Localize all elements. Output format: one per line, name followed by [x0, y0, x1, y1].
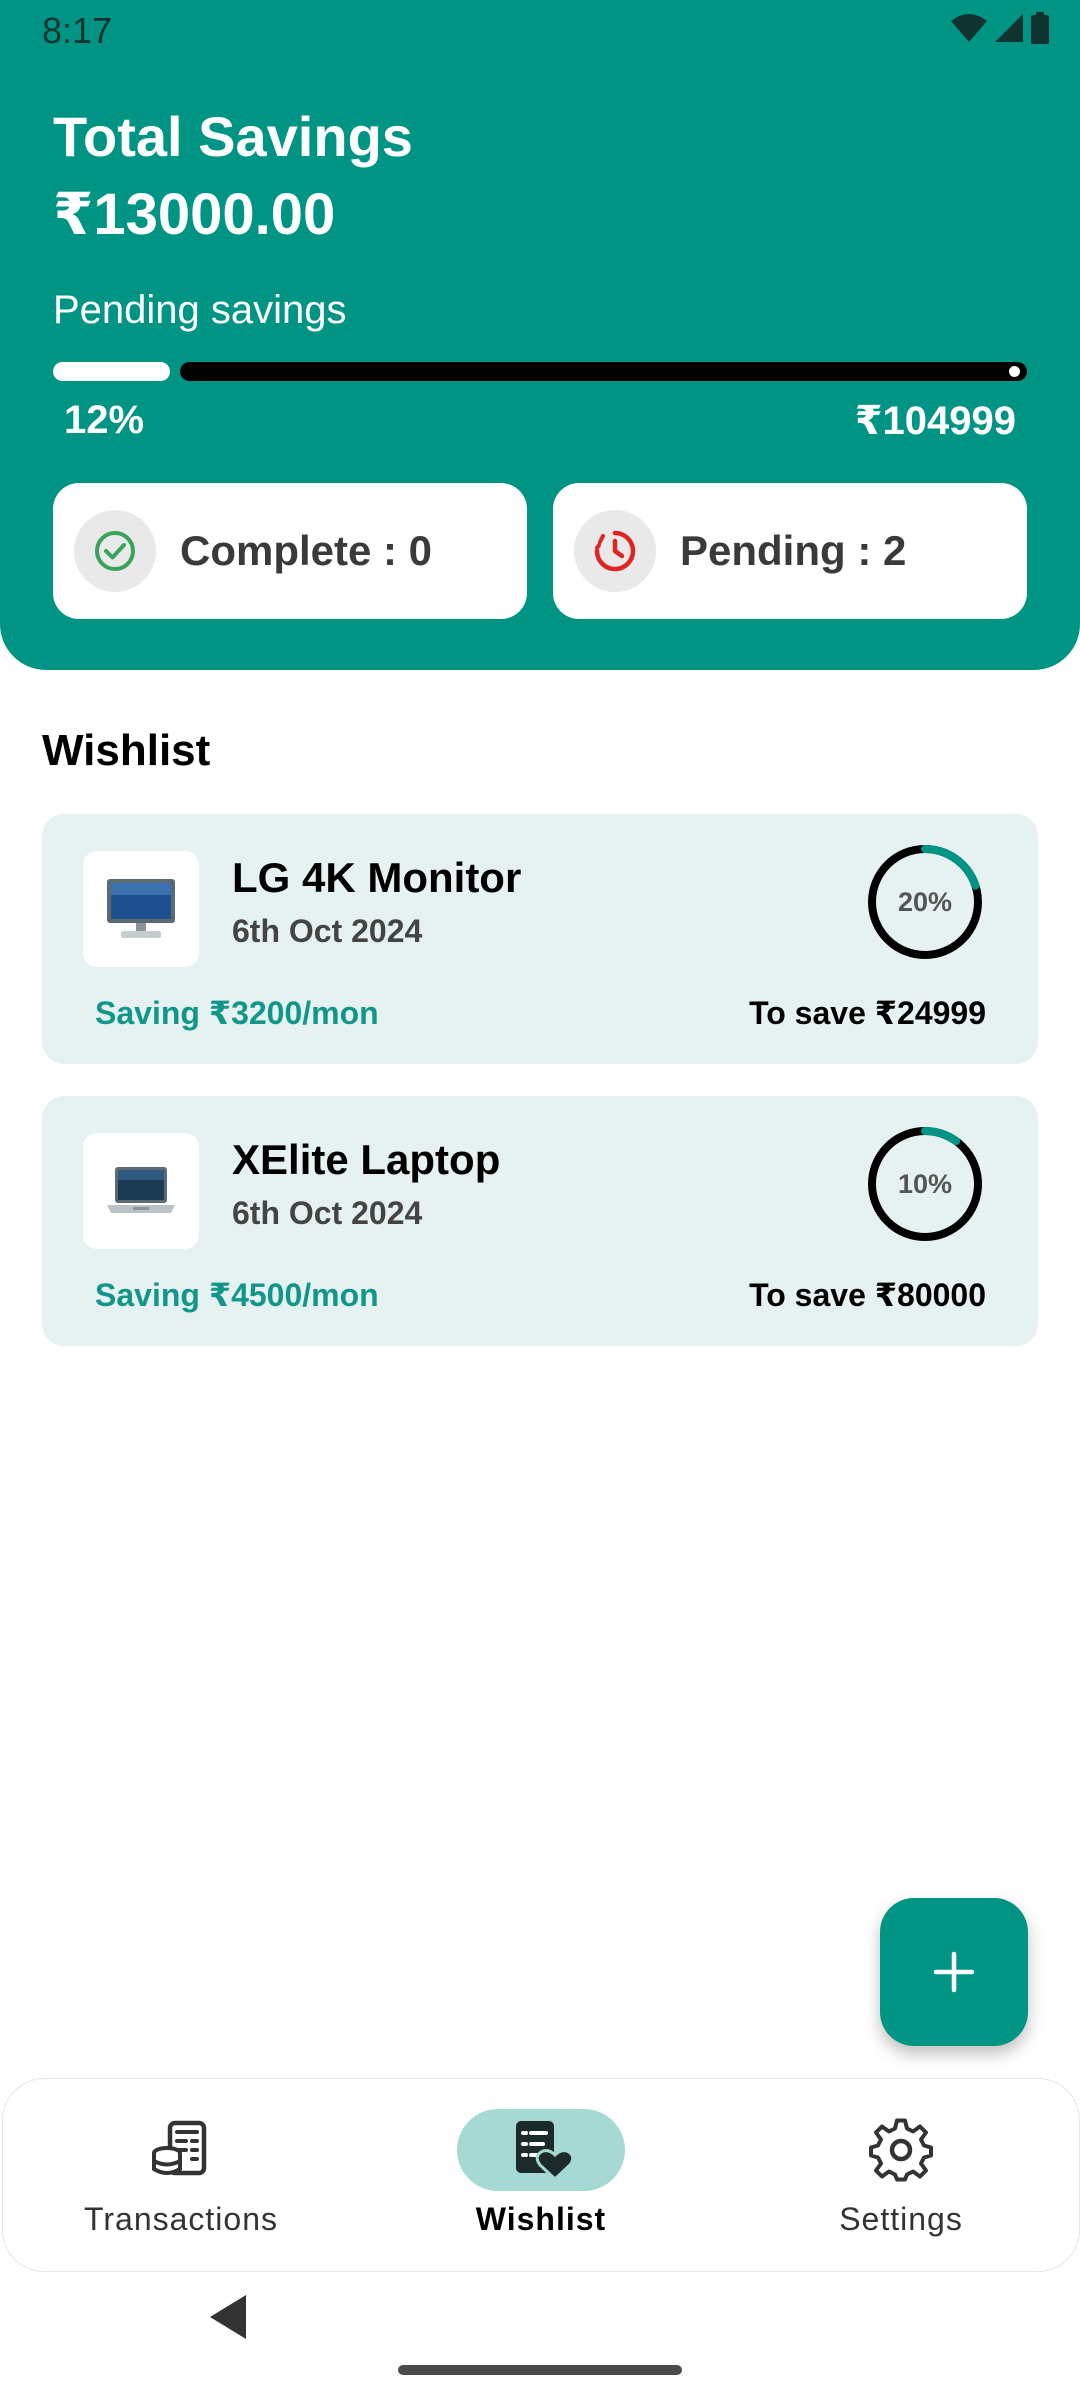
complete-icon-badge	[74, 510, 156, 592]
monitor-icon	[107, 879, 175, 938]
wishlist-item-card[interactable]: XElite Laptop 6th Oct 2024 10% Saving ₹4…	[42, 1096, 1038, 1346]
item-name: LG 4K Monitor	[232, 854, 522, 901]
item-name: XElite Laptop	[232, 1136, 501, 1183]
nav-label-transactions: Transactions	[84, 2201, 278, 2237]
signal-icon	[995, 14, 1023, 42]
pending-count-card[interactable]: Pending : 2	[553, 483, 1027, 619]
savings-progress-percent: 12%	[64, 398, 145, 442]
bottom-navigation: Transactions Wishlist Settings	[2, 2078, 1080, 2272]
nav-icon-container	[817, 2109, 985, 2191]
plus-icon	[933, 1951, 975, 1993]
item-thumbnail	[83, 851, 199, 967]
gear-icon	[869, 2118, 933, 2182]
savings-progress-end-dot	[1009, 366, 1020, 377]
nav-label-wishlist: Wishlist	[475, 2201, 607, 2237]
total-savings-value: ₹13000.00	[53, 182, 336, 247]
status-time: 8:17	[42, 10, 113, 51]
nav-item-transactions[interactable]: Transactions	[11, 2079, 351, 2271]
item-amount-to-save: To save ₹24999	[749, 995, 986, 1031]
item-progress-percent: 20%	[897, 886, 953, 917]
savings-summary-header: 8:17 Total Savings ₹13000.00 Pending sav…	[0, 0, 1080, 670]
pending-amount: ₹104999	[854, 399, 1016, 443]
status-bar: 8:17	[0, 0, 1080, 62]
item-monthly-saving: Saving ₹4500/mon	[95, 1277, 379, 1313]
complete-count-card[interactable]: Complete : 0	[53, 483, 527, 619]
item-amount-to-save: To save ₹80000	[749, 1277, 986, 1313]
coins-icon	[152, 2120, 207, 2176]
nav-label-settings: Settings	[839, 2201, 963, 2237]
wifi-icon	[951, 14, 987, 42]
wishlist-section-title: Wishlist	[42, 726, 211, 775]
system-back-icon[interactable]	[206, 2293, 250, 2341]
complete-count-label: Complete : 0	[180, 527, 433, 574]
check-circle-icon	[95, 531, 135, 571]
system-home-handle[interactable]	[398, 2365, 682, 2375]
pending-icon-badge	[574, 510, 656, 592]
item-date: 6th Oct 2024	[232, 913, 423, 949]
wishlist-item-card[interactable]: LG 4K Monitor 6th Oct 2024 20% Saving ₹3…	[42, 814, 1038, 1064]
total-savings-title: Total Savings	[53, 105, 413, 168]
item-date: 6th Oct 2024	[232, 1195, 423, 1231]
battery-icon	[1031, 12, 1049, 44]
savings-progress-fill	[53, 362, 170, 381]
add-wishlist-item-button[interactable]	[880, 1898, 1028, 2046]
item-thumbnail	[83, 1133, 199, 1249]
pending-count-label: Pending : 2	[680, 527, 907, 574]
pending-savings-label: Pending savings	[53, 288, 347, 332]
savings-progress-track	[180, 362, 1027, 381]
nav-item-wishlist[interactable]: Wishlist	[371, 2079, 711, 2271]
wishlist-icon	[516, 2121, 574, 2182]
nav-item-settings[interactable]: Settings	[731, 2079, 1071, 2271]
nav-icon-container	[457, 2109, 625, 2191]
nav-icon-container	[97, 2109, 265, 2191]
pending-clock-icon	[594, 530, 636, 572]
item-monthly-saving: Saving ₹3200/mon	[95, 995, 379, 1031]
status-icons	[950, 12, 1050, 44]
item-progress-percent: 10%	[897, 1168, 953, 1199]
laptop-icon	[107, 1167, 175, 1213]
